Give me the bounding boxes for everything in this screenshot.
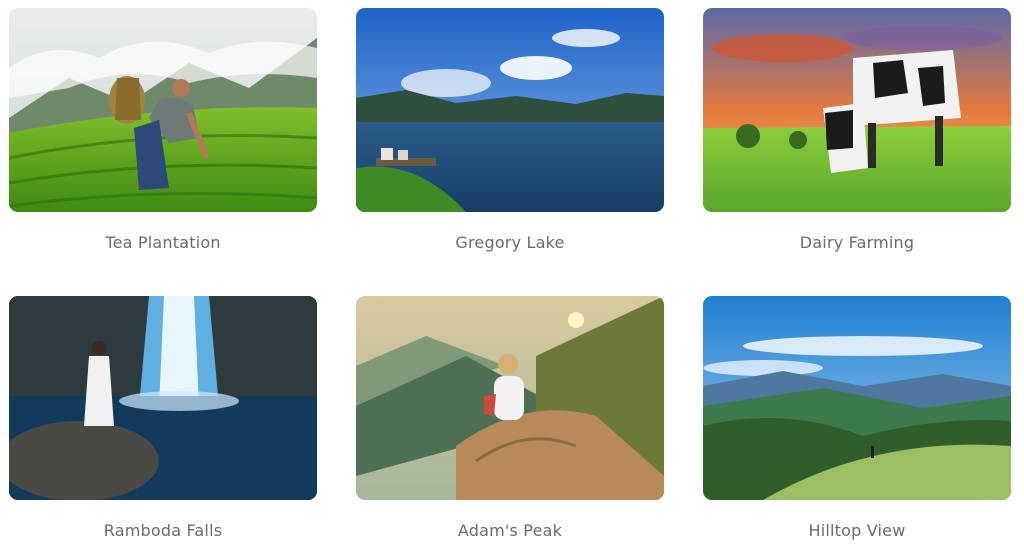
hilltop-view-caption[interactable]: Hilltop View	[703, 521, 1011, 540]
attractions-gallery: Tea Plantation Gregory Lake Dairy Farmin…	[0, 0, 1024, 550]
gallery-card-adams-peak[interactable]: Adam's Peak	[356, 296, 664, 540]
tea-plantation-caption[interactable]: Tea Plantation	[9, 233, 317, 252]
dairy-farming-caption[interactable]: Dairy Farming	[703, 233, 1011, 252]
gregory-lake-photo[interactable]	[356, 8, 664, 212]
gregory-lake-caption[interactable]: Gregory Lake	[356, 233, 664, 252]
adams-peak-photo[interactable]	[356, 296, 664, 500]
tea-plantation-photo[interactable]	[9, 8, 317, 212]
hilltop-view-photo[interactable]	[703, 296, 1011, 500]
ramboda-falls-photo[interactable]	[9, 296, 317, 500]
gallery-card-hilltop-view[interactable]: Hilltop View	[703, 296, 1011, 540]
gallery-card-gregory-lake[interactable]: Gregory Lake	[356, 8, 664, 252]
gallery-card-dairy-farming[interactable]: Dairy Farming	[703, 8, 1011, 252]
adams-peak-caption[interactable]: Adam's Peak	[356, 521, 664, 540]
gallery-card-ramboda-falls[interactable]: Ramboda Falls	[9, 296, 317, 540]
dairy-farming-photo[interactable]	[703, 8, 1011, 212]
gallery-card-tea-plantation[interactable]: Tea Plantation	[9, 8, 317, 252]
ramboda-falls-caption[interactable]: Ramboda Falls	[9, 521, 317, 540]
